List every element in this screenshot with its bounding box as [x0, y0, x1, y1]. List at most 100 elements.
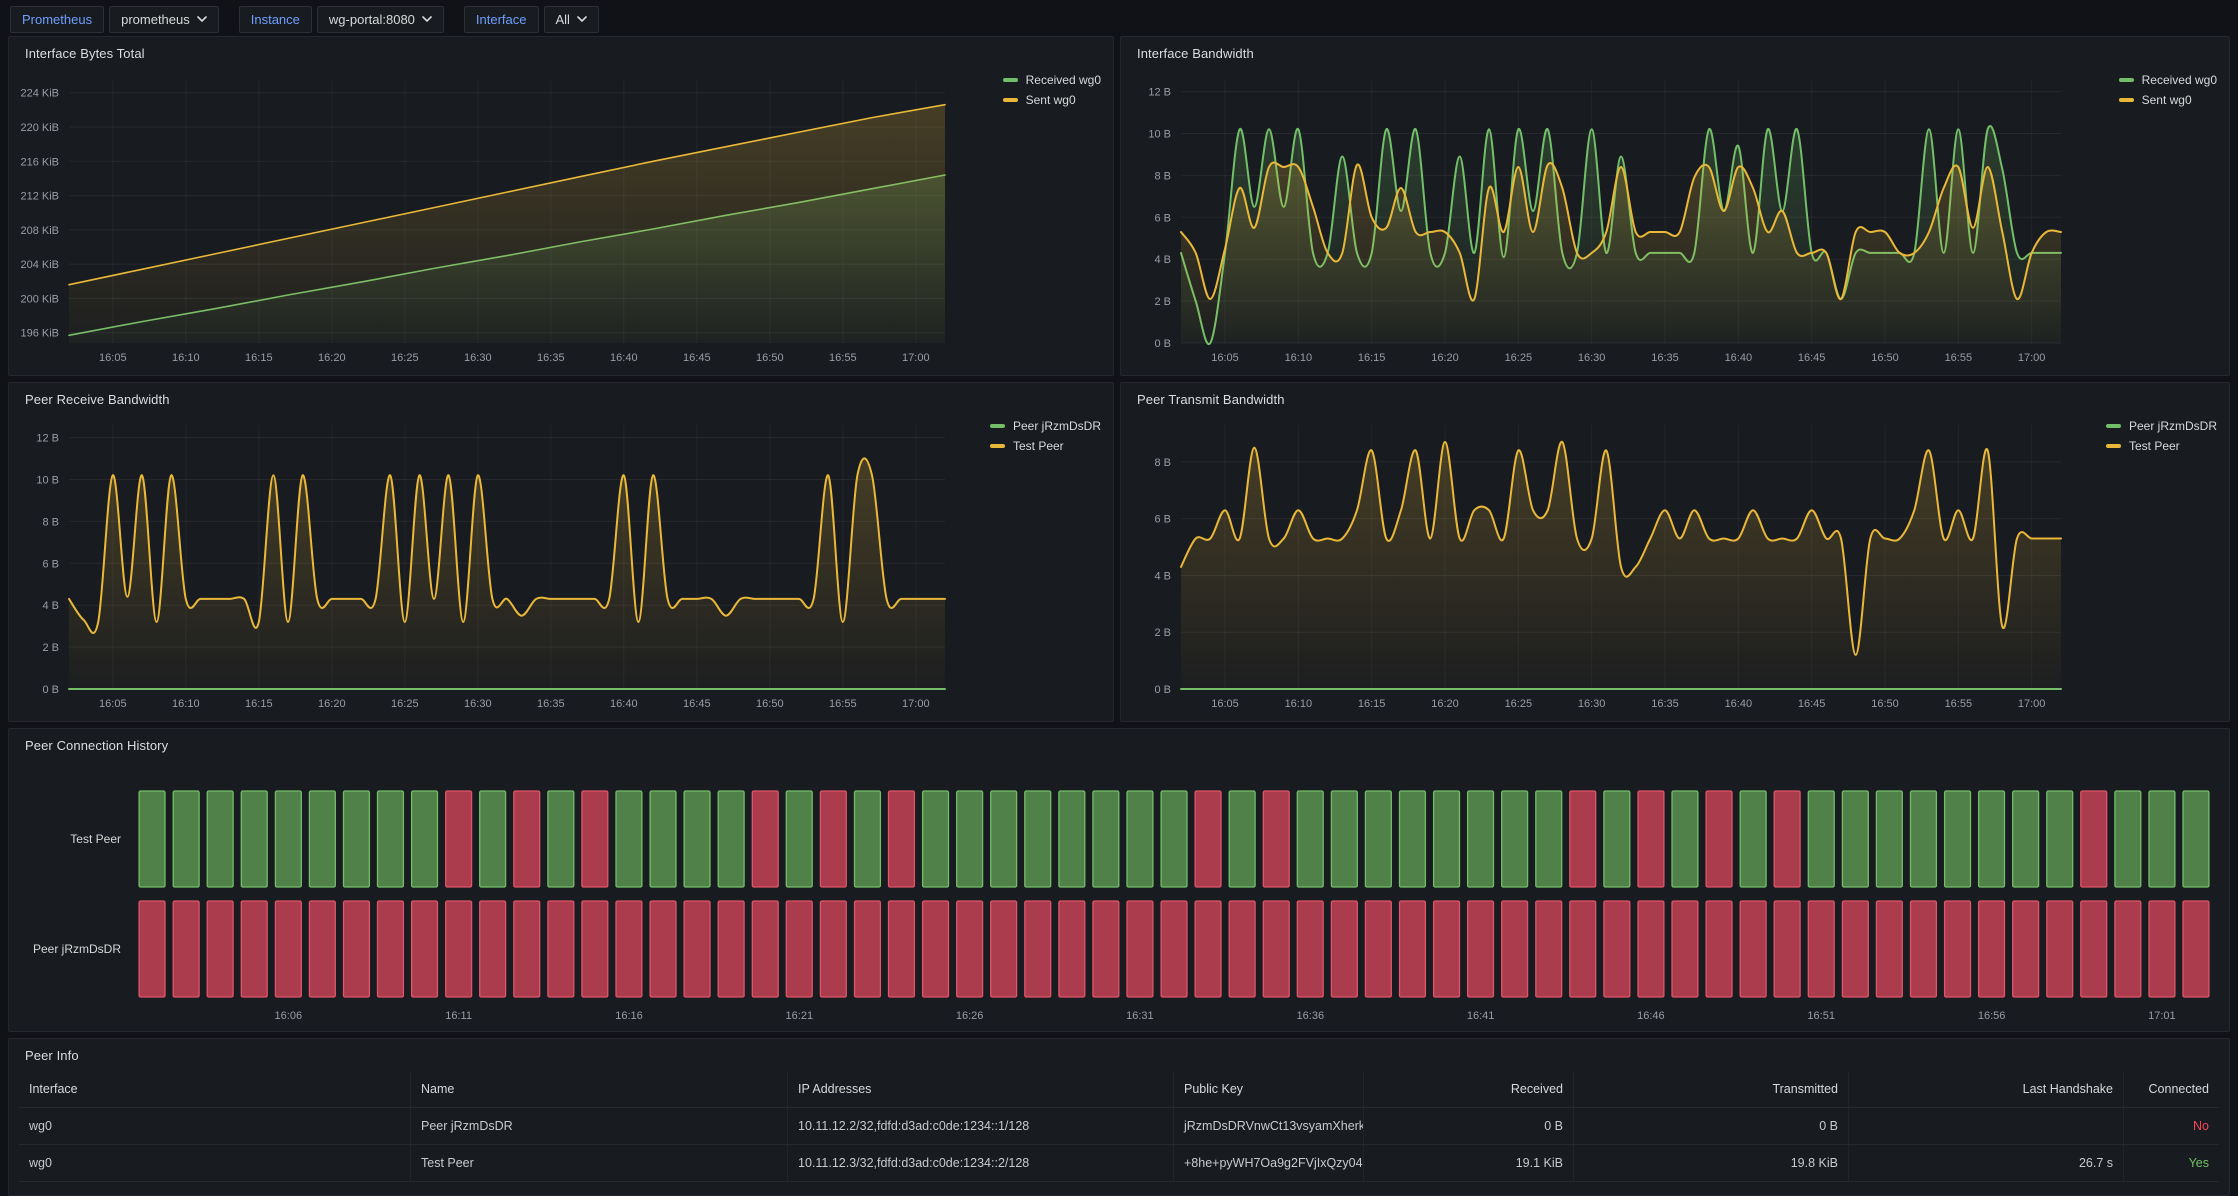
variable-select-instance[interactable]: wg-portal:8080	[317, 6, 444, 33]
y-axis-tick-label: 196 KiB	[20, 328, 59, 340]
x-axis-tick-label: 16:35	[537, 352, 565, 364]
y-axis-tick-label: 10 B	[1148, 128, 1171, 140]
legend-series-swatch	[2119, 78, 2134, 82]
status-bar-connected	[2183, 791, 2209, 887]
legend-series-label[interactable]: Received wg0	[2142, 73, 2217, 87]
variable-select-prometheus[interactable]: prometheus	[109, 6, 219, 33]
status-bar-disconnected	[514, 791, 540, 887]
status-bar-connected	[1842, 791, 1868, 887]
legend-item[interactable]: Received wg0	[2119, 73, 2217, 87]
y-axis-tick-label: 6 B	[42, 558, 59, 570]
x-axis-tick-label: 16:20	[1431, 698, 1459, 710]
table-cell: Peer jRzmDsDR	[411, 1108, 788, 1144]
status-bar-disconnected	[923, 901, 949, 997]
status-bar-disconnected	[1365, 901, 1391, 997]
variable-prometheus: Prometheus prometheus	[10, 6, 219, 33]
x-axis-tick-label: 16:40	[1725, 698, 1753, 710]
x-axis-tick-label: 16:55	[829, 698, 857, 710]
x-axis-tick-label: 16:35	[1651, 698, 1679, 710]
legend-series-label[interactable]: Peer jRzmDsDR	[2129, 419, 2217, 433]
status-history-chart[interactable]: Test PeerPeer jRzmDsDR16:0616:1116:1616:…	[15, 759, 2223, 1025]
x-axis-tick-label: 16:46	[1637, 1010, 1665, 1022]
x-axis-tick-label: 16:10	[1285, 698, 1313, 710]
legend-item[interactable]: Test Peer	[2106, 439, 2217, 453]
legend-series-label[interactable]: Test Peer	[1013, 439, 1064, 453]
panel-title[interactable]: Interface Bandwidth	[1121, 37, 2229, 61]
status-bar-disconnected	[207, 901, 233, 997]
status-bar-disconnected	[1297, 901, 1323, 997]
status-bar-disconnected	[1161, 901, 1187, 997]
status-bar-connected	[309, 791, 335, 887]
status-bar-disconnected	[2081, 901, 2107, 997]
status-bar-connected	[2115, 791, 2141, 887]
x-axis-tick-label: 16:50	[756, 352, 784, 364]
status-bar-connected	[718, 791, 744, 887]
table-cell: 0 B	[1364, 1108, 1574, 1144]
table-column-header[interactable]: Public Key	[1174, 1071, 1364, 1107]
status-bar-disconnected	[1127, 901, 1153, 997]
legend-item[interactable]: Peer jRzmDsDR	[990, 419, 1101, 433]
y-axis-tick-label: 204 KiB	[20, 259, 59, 271]
status-bar-connected	[207, 791, 233, 887]
chevron-down-icon	[422, 16, 432, 22]
y-axis-tick-label: 216 KiB	[20, 156, 59, 168]
table-column-header[interactable]: Name	[411, 1071, 788, 1107]
legend-item[interactable]: Sent wg0	[2119, 93, 2217, 107]
panel-title[interactable]: Interface Bytes Total	[9, 37, 1113, 61]
legend-item[interactable]: Test Peer	[990, 439, 1101, 453]
chart-legend: Received wg0 Sent wg0	[2119, 73, 2217, 107]
variable-select-interface[interactable]: All	[544, 6, 599, 33]
status-bar-disconnected	[1706, 791, 1732, 887]
panel-title[interactable]: Peer Transmit Bandwidth	[1121, 383, 2229, 407]
legend-series-label[interactable]: Test Peer	[2129, 439, 2180, 453]
panel-title[interactable]: Peer Receive Bandwidth	[9, 383, 1113, 407]
legend-series-swatch	[990, 444, 1005, 448]
status-bar-disconnected	[1536, 901, 1562, 997]
legend-item[interactable]: Sent wg0	[1003, 93, 1101, 107]
status-bar-connected	[1127, 791, 1153, 887]
table-column-header[interactable]: Interface	[19, 1071, 411, 1107]
x-axis-tick-label: 16:45	[683, 352, 711, 364]
panel-title[interactable]: Peer Info	[9, 1039, 2229, 1063]
table-column-header[interactable]: Connected	[2124, 1071, 2219, 1107]
table-column-header[interactable]: Last Handshake	[1849, 1071, 2124, 1107]
status-bar-disconnected	[1774, 901, 1800, 997]
table-row: wg0Test Peer10.11.12.3/32,fdfd:d3ad:c0de…	[19, 1145, 2219, 1182]
table-column-header[interactable]: IP Addresses	[788, 1071, 1174, 1107]
x-axis-tick-label: 16:50	[1871, 698, 1899, 710]
legend-series-label[interactable]: Sent wg0	[2142, 93, 2192, 107]
status-bar-connected	[616, 791, 642, 887]
status-bar-connected	[1945, 791, 1971, 887]
panel-peer-receive-bandwidth: Peer Receive Bandwidth 16:0516:1016:1516…	[8, 382, 1114, 722]
timeseries-chart[interactable]: 16:0516:1016:1516:2016:2516:3016:3516:40…	[1127, 413, 2069, 715]
legend-series-label[interactable]: Peer jRzmDsDR	[1013, 419, 1101, 433]
legend-series-label[interactable]: Received wg0	[1026, 73, 1101, 87]
y-axis-tick-label: 224 KiB	[20, 88, 59, 100]
timeseries-chart[interactable]: 16:0516:1016:1516:2016:2516:3016:3516:40…	[1127, 67, 2069, 369]
status-bar-disconnected	[1400, 901, 1426, 997]
status-bar-connected	[1161, 791, 1187, 887]
status-bar-disconnected	[616, 901, 642, 997]
timeseries-chart[interactable]: 16:0516:1016:1516:2016:2516:3016:3516:40…	[15, 413, 953, 715]
panel-title[interactable]: Peer Connection History	[9, 729, 2229, 753]
connected-status-cell: No	[2124, 1108, 2219, 1144]
x-axis-tick-label: 16:55	[829, 352, 857, 364]
x-axis-tick-label: 16:55	[1945, 352, 1973, 364]
status-bar-connected	[684, 791, 710, 887]
x-axis-tick-label: 16:45	[1798, 352, 1826, 364]
table-cell: +8he+pyWH7Oa9g2FVjIxQzy04brLX+Dm	[1174, 1145, 1364, 1181]
table-cell: 26.7 s	[1849, 1145, 2124, 1181]
status-bar-connected	[1059, 791, 1085, 887]
legend-item[interactable]: Received wg0	[1003, 73, 1101, 87]
timeseries-chart[interactable]: 16:0516:1016:1516:2016:2516:3016:3516:40…	[15, 67, 953, 369]
table-column-header[interactable]: Transmitted	[1574, 1071, 1849, 1107]
y-axis-tick-label: 4 B	[1154, 254, 1171, 266]
legend-series-label[interactable]: Sent wg0	[1026, 93, 1076, 107]
y-axis-tick-label: 8 B	[1154, 457, 1171, 469]
status-bar-disconnected	[1979, 901, 2005, 997]
legend-item[interactable]: Peer jRzmDsDR	[2106, 419, 2217, 433]
table-column-header[interactable]: Received	[1364, 1071, 1574, 1107]
x-axis-tick-label: 16:11	[445, 1010, 472, 1022]
x-axis-tick-label: 16:51	[1807, 1010, 1835, 1022]
status-bar-connected	[2149, 791, 2175, 887]
